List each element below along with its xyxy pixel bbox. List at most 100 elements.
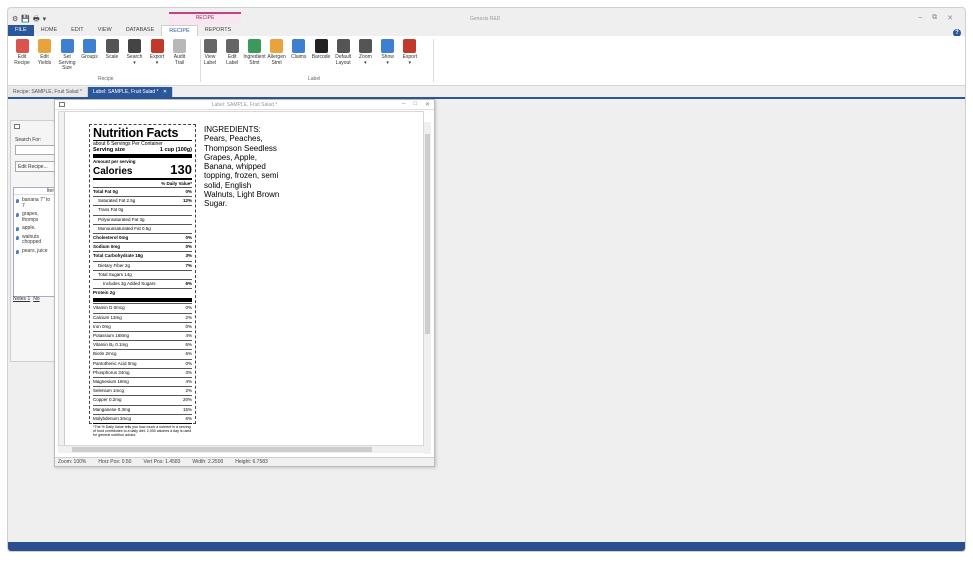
nf-micronutrient-name: Vitamin B₆ 0.1mg: [93, 342, 128, 348]
claims-button[interactable]: Claims: [288, 39, 310, 61]
nf-nutrient-name: Cholesterol 0mg: [93, 235, 129, 241]
water-drop-icon: [16, 199, 19, 203]
horizontal-scroll-thumb[interactable]: [72, 447, 372, 452]
zoom-button[interactable]: Zoom ▾: [354, 39, 376, 66]
nf-micronutrient-dv: 2%: [185, 388, 192, 394]
label-window-title: Label: SAMPLE, Fruit Salad *: [211, 102, 278, 108]
groups-label: Groups: [81, 54, 98, 60]
audit-trail-button[interactable]: Audit Trail: [169, 39, 191, 66]
label-window-titlebar[interactable]: Label: SAMPLE, Fruit Salad * – □ ✕: [55, 100, 434, 110]
tab-no[interactable]: No: [33, 296, 39, 302]
close-icon[interactable]: ✕: [425, 101, 430, 108]
panel-icon[interactable]: [14, 124, 20, 129]
audit-trail-sublabel: Trail: [174, 59, 185, 66]
nf-nutrient-row: Saturated Fat 2.5g 12%: [93, 196, 192, 205]
nf-nutrient-name: Includes 3g Added Sugars: [103, 281, 156, 287]
vertical-scroll-thumb[interactable]: [425, 134, 430, 334]
search-button[interactable]: Search ▾: [124, 39, 146, 66]
nf-micronutrient-dv: 6%: [185, 342, 192, 348]
nf-micronutrient-dv: 0%: [185, 360, 192, 366]
allergen-stmt-icon: [270, 39, 284, 53]
edit-label-button[interactable]: Edit Label: [221, 39, 243, 66]
nf-nutrient-name: Total Carbohydrate 18g: [93, 253, 143, 259]
doc-tab-recipe[interactable]: Recipe: SAMPLE, Fruit Salad *: [8, 87, 88, 97]
recipe-side-panel: Search For: Edit Recipe... Iter banana 7…: [10, 120, 56, 362]
tab-recipe[interactable]: RECIPE: [161, 25, 198, 36]
nf-micronutrient-row: Potassium 168mg 4%: [93, 331, 192, 340]
nutrition-facts-panel[interactable]: Nutrition Facts about 6 Servings Per Con…: [89, 124, 196, 437]
tab-file[interactable]: FILE: [8, 25, 34, 36]
scale-icon: [105, 39, 119, 53]
show-button[interactable]: Show ▾: [377, 39, 399, 66]
barcode-label: Barcode: [311, 54, 331, 60]
nf-micronutrient-name: Biotin 2mcg: [93, 351, 117, 357]
tab-home[interactable]: HOME: [34, 25, 65, 36]
label-status-bar: Zoom: 100% Horz Pos: 0.50 Vert Pos: 1.45…: [55, 457, 434, 466]
list-item[interactable]: apple,: [14, 225, 54, 232]
restore-icon[interactable]: ⧉: [932, 14, 937, 22]
nf-micronutrient-row: Molybdenum 3mcg 6%: [93, 413, 192, 423]
vertical-ruler: [59, 112, 65, 445]
tab-database[interactable]: DATABASE: [119, 25, 162, 36]
list-item[interactable]: banana 7" to 7: [14, 197, 54, 209]
nf-servings: about 6 Servings Per Container: [93, 140, 192, 147]
export-label-sublabel: ▾: [408, 59, 412, 66]
tab-edit[interactable]: EDIT: [64, 25, 91, 36]
list-item[interactable]: grapes, thomps: [14, 211, 54, 223]
tab-notes[interactable]: Notes 1: [13, 296, 30, 302]
search-input[interactable]: [15, 145, 55, 155]
maximize-icon[interactable]: □: [413, 101, 417, 108]
scale-label: Scale: [105, 54, 119, 60]
view-label-button[interactable]: View Label: [199, 39, 221, 66]
set-serving-size-icon: [60, 39, 74, 53]
nf-micronutrient-name: Pantothenic Acid 0mg: [93, 360, 137, 366]
nf-micronutrient-row: Iron 0mg 0%: [93, 321, 192, 331]
close-tab-icon[interactable]: ✕: [163, 89, 167, 95]
edit-recipe-button[interactable]: Edit Recipe: [11, 39, 33, 66]
edit-recipe-button[interactable]: Edit Recipe...: [15, 161, 55, 172]
export-icon: [150, 39, 164, 53]
claims-label: Claims: [291, 54, 307, 60]
nf-thick-rule: [93, 298, 192, 303]
nf-micronutrient-row: Manganese 0.3mg 15%: [93, 404, 192, 414]
nf-micronutrient-dv: 15%: [182, 406, 192, 412]
set-serving-size-button[interactable]: Set Serving Size: [56, 39, 78, 72]
list-item[interactable]: pears, juice: [14, 248, 54, 255]
nf-nutrient-row: Dietary Fiber 2g 7%: [93, 260, 192, 270]
nf-footnote: *The % Daily Value tells you how much a …: [93, 423, 192, 438]
nf-micronutrient-row: Selenium 1mcg 2%: [93, 386, 192, 395]
ingredient-statement[interactable]: INGREDIENTS: Pears, Peaches, Thompson Se…: [204, 125, 284, 209]
close-icon[interactable]: ✕: [947, 14, 953, 22]
doc-tab-label[interactable]: Label: SAMPLE, Fruit Salad * ✕: [87, 87, 174, 97]
minimize-icon[interactable]: –: [402, 101, 405, 108]
nf-micronutrient-name: Selenium 1mcg: [93, 388, 125, 394]
show-sublabel: ▾: [386, 59, 389, 66]
nf-nutrient-name: Trans Fat 0g: [98, 207, 124, 213]
tab-view[interactable]: VIEW: [91, 25, 119, 36]
default-layout-button[interactable]: Default Layout: [332, 39, 354, 66]
list-item[interactable]: walnuts chopped: [14, 233, 54, 246]
nf-serving-size-row: Serving size 1 cup (100g): [93, 147, 192, 153]
allergen-stmt-button[interactable]: Allergen Stmt: [266, 39, 288, 66]
ingredient-stmt-button[interactable]: Ingredient Stmt: [243, 39, 266, 66]
nf-micronutrient-dv: 6%: [185, 351, 192, 357]
vertical-scrollbar[interactable]: [424, 122, 431, 454]
export-sublabel: ▾: [155, 59, 159, 66]
nf-nutrient-row: Trans Fat 0g: [93, 205, 192, 214]
export-button[interactable]: Export ▾: [146, 39, 168, 66]
barcode-button[interactable]: Barcode: [310, 39, 332, 61]
tab-reports[interactable]: REPORTS: [198, 25, 239, 36]
water-drop-icon: [16, 249, 19, 254]
edit-yields-button[interactable]: Edit Yields: [34, 39, 56, 66]
minimize-icon[interactable]: –: [918, 14, 922, 22]
horizontal-scrollbar[interactable]: [58, 446, 424, 453]
groups-button[interactable]: Groups: [79, 39, 101, 61]
scale-button[interactable]: Scale: [101, 39, 123, 61]
nf-nutrient-row: Polyunsaturated Fat 3g: [93, 214, 192, 224]
nf-nutrient-row: Protein 2g: [93, 288, 192, 297]
list-item-label: walnuts chopped: [22, 233, 42, 245]
label-editor-window: Label: SAMPLE, Fruit Salad * – □ ✕ Nutri…: [54, 99, 435, 467]
export-label-button[interactable]: Export ▾: [399, 39, 421, 66]
label-canvas[interactable]: Nutrition Facts about 6 Servings Per Con…: [58, 111, 424, 446]
zoom-icon: [358, 39, 372, 53]
